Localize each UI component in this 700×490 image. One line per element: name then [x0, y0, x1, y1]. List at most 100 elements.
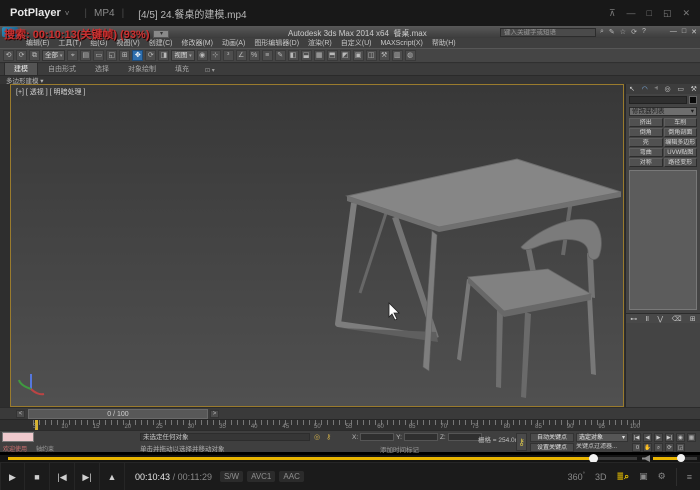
selection-lock-icon[interactable]: ⚷: [326, 433, 331, 441]
maxscript-mini-listener[interactable]: [2, 432, 34, 442]
ribbon-minimize-icon[interactable]: ⊡ ▾: [205, 67, 215, 75]
menu-item[interactable]: MAXScript(X): [380, 40, 422, 47]
ribbon-tab-modeling[interactable]: 建模: [4, 62, 38, 75]
control-panel-menu-icon[interactable]: ≡: [687, 472, 692, 482]
infocenter-icon[interactable]: ?: [642, 28, 646, 36]
modifier-button[interactable]: 车削: [664, 118, 698, 127]
track-prev-button[interactable]: <: [16, 410, 25, 418]
scale-tool-icon[interactable]: ◨: [158, 50, 169, 61]
selection-region-icon[interactable]: ▭: [93, 50, 104, 61]
key-filters-button[interactable]: 关键点过滤器...: [576, 443, 628, 452]
modifier-list-dropdown[interactable]: 修改器列表 ▾: [629, 107, 697, 116]
current-frame-field[interactable]: 0: [632, 443, 641, 452]
schematic-view-icon[interactable]: ▣: [353, 50, 364, 61]
volume-speaker-icon[interactable]: [642, 455, 650, 462]
ribbon-tab-populate[interactable]: 填充: [166, 63, 198, 75]
playback-icon[interactable]: ▶|: [665, 433, 674, 442]
render-setup-icon[interactable]: ⚒: [379, 50, 390, 61]
vr-360-icon[interactable]: 360°: [568, 472, 585, 482]
playlist-browser-icon[interactable]: ≣⌕: [617, 471, 630, 482]
infocenter-icon[interactable]: ⟳: [631, 28, 637, 36]
selection-filter-dropdown[interactable]: 全部 ▾: [42, 50, 65, 61]
mirror-icon[interactable]: ◧: [288, 50, 299, 61]
modifier-stack-list[interactable]: [629, 170, 697, 310]
perspective-viewport[interactable]: [+] [ 透视 ] [ 明暗处理 ]: [10, 84, 624, 407]
render-icon[interactable]: ◍: [405, 50, 416, 61]
max-restore-icon[interactable]: □: [682, 28, 686, 36]
seek-bar[interactable]: [8, 457, 637, 460]
spinner-snap-icon[interactable]: ≡: [262, 50, 273, 61]
snap-toggle-icon[interactable]: ³: [223, 50, 234, 61]
playback-icon[interactable]: ▶: [654, 433, 663, 442]
welcome-button[interactable]: 欢迎使用: [3, 444, 27, 453]
track-next-button[interactable]: >: [210, 410, 219, 418]
edit-named-selection-icon[interactable]: ✎: [275, 50, 286, 61]
stack-toolbar-icon[interactable]: ⊷: [630, 315, 637, 323]
object-name-field[interactable]: [629, 96, 687, 104]
align-icon[interactable]: ⬓: [301, 50, 312, 61]
playback-icon[interactable]: ▦: [687, 433, 696, 442]
play-button[interactable]: ▶: [0, 463, 25, 490]
curve-editor-icon[interactable]: ◩: [340, 50, 351, 61]
modifier-button[interactable]: 路径变形: [664, 158, 698, 167]
stack-toolbar-icon[interactable]: ⋁: [657, 315, 663, 323]
timeline-ruler[interactable]: 5101520253035404550556065707580859095100: [0, 419, 700, 430]
ribbon-tab-object-paint[interactable]: 对象绘制: [119, 63, 165, 75]
video-area[interactable]: Autodesk 3ds Max 2014 x64 餐桌.max 键入关键字或短…: [0, 26, 700, 455]
command-panel-tab-icon[interactable]: ▭: [677, 85, 684, 93]
zoom-icon[interactable]: ⌕: [654, 443, 663, 452]
command-panel-tab-icon[interactable]: ⫞: [654, 85, 658, 93]
select-object-icon[interactable]: ⌖: [67, 50, 78, 61]
coord-system-dropdown[interactable]: 视图 ▾: [171, 50, 194, 61]
app-logo-text[interactable]: PotPlayer: [10, 7, 61, 19]
isolate-selection-icon[interactable]: ◎: [314, 433, 320, 441]
layer-manager-icon[interactable]: ▦: [314, 50, 325, 61]
toolbar-icon[interactable]: ⟲: [3, 50, 14, 61]
pin-icon[interactable]: ⊼: [609, 8, 616, 19]
select-by-name-icon[interactable]: ▤: [80, 50, 91, 61]
close-icon[interactable]: ✕: [682, 8, 690, 19]
y-coord-field[interactable]: [404, 433, 438, 441]
stack-toolbar-icon[interactable]: Ⅱ: [646, 315, 649, 323]
angle-snap-icon[interactable]: ∠: [236, 50, 247, 61]
maximize-viewport-icon[interactable]: ◲: [676, 443, 685, 452]
object-color-swatch[interactable]: [689, 96, 697, 104]
open-file-button[interactable]: ▲: [100, 463, 125, 490]
polygon-modeling-strip[interactable]: 多边形建模 ▾: [0, 75, 700, 84]
orbit-icon[interactable]: ⟳: [665, 443, 674, 452]
infocenter-icon[interactable]: ⌕: [600, 28, 604, 36]
stack-toolbar-icon[interactable]: ⊞: [690, 315, 696, 323]
3d-mode-icon[interactable]: 3D: [595, 472, 607, 482]
modifier-button[interactable]: 倒角: [629, 128, 663, 137]
stop-button[interactable]: ■: [25, 463, 50, 490]
ribbon-tab-freeform[interactable]: 自由形式: [39, 63, 85, 75]
menu-item[interactable]: 渲染(R): [308, 38, 332, 48]
key-selection-dropdown[interactable]: 选定对象▾: [576, 433, 628, 442]
rotate-tool-icon[interactable]: ⟳: [145, 50, 156, 61]
toolbar-icon[interactable]: ⟳: [16, 50, 27, 61]
next-button[interactable]: ▶|: [75, 463, 100, 490]
move-tool-icon[interactable]: ✥: [132, 50, 143, 61]
command-panel-tab-icon[interactable]: ↖: [629, 85, 635, 93]
stack-toolbar-icon[interactable]: ⌫: [672, 315, 682, 323]
menu-item[interactable]: 修改器(M): [181, 38, 213, 48]
playback-icon[interactable]: |◀: [632, 433, 641, 442]
toolbar-icon[interactable]: ⧉: [29, 50, 40, 61]
modifier-button[interactable]: 编辑多边形: [664, 138, 698, 147]
max-help-search-input[interactable]: 键入关键字或短语: [500, 28, 596, 37]
maximize-icon[interactable]: □: [647, 8, 652, 19]
playback-icon[interactable]: ◉: [676, 433, 685, 442]
z-coord-field[interactable]: [448, 433, 482, 441]
set-key-mode-button[interactable]: 设置关键点: [530, 443, 574, 452]
percent-snap-icon[interactable]: %: [249, 50, 260, 61]
menu-item[interactable]: 帮助(H): [432, 38, 456, 48]
modifier-button[interactable]: 壳: [629, 138, 663, 147]
command-panel-tab-icon[interactable]: ◎: [665, 85, 671, 93]
previous-button[interactable]: |◀: [50, 463, 75, 490]
select-manipulate-icon[interactable]: ⊹: [210, 50, 221, 61]
x-coord-field[interactable]: [360, 433, 394, 441]
infocenter-icon[interactable]: ☆: [620, 28, 626, 36]
menu-item[interactable]: 自定义(U): [341, 38, 372, 48]
settings-gear-icon[interactable]: ⚙: [658, 471, 666, 482]
use-center-icon[interactable]: ◉: [197, 50, 208, 61]
